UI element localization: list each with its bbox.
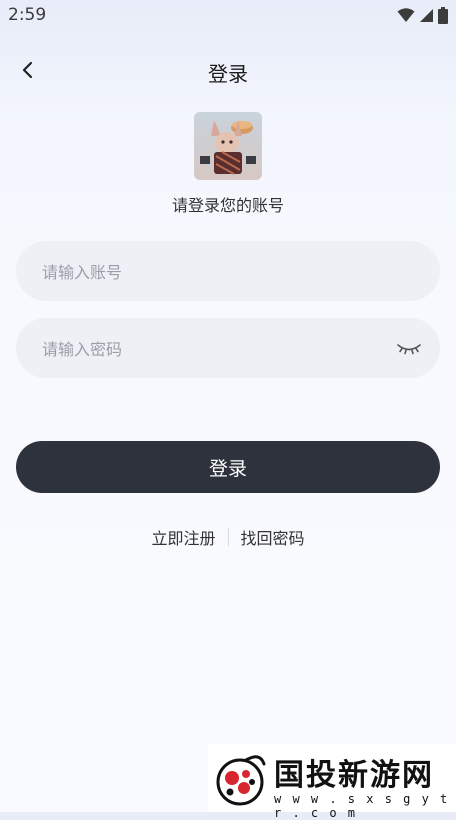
watermark-title: 国投新游网 — [274, 758, 434, 793]
nav-bar: 登录 — [0, 48, 456, 94]
avatar — [194, 112, 262, 180]
page-title: 登录 — [208, 62, 248, 86]
link-divider — [227, 528, 229, 546]
status-icons — [397, 7, 448, 24]
watermark-url: w w w . s x s g y t r . c o m — [274, 792, 450, 820]
avatar-image — [194, 112, 262, 180]
watermark: 国投新游网 w w w . s x s g y t r . c o m — [208, 744, 456, 820]
status-bar: 2:59 — [0, 0, 456, 32]
status-time: 2:59 — [8, 5, 47, 25]
password-visibility-toggle[interactable] — [396, 338, 422, 358]
wifi-icon — [397, 8, 415, 22]
register-link[interactable]: 立即注册 — [151, 525, 215, 549]
account-input[interactable] — [40, 241, 384, 303]
signal-icon — [420, 9, 433, 22]
password-field — [16, 318, 440, 380]
recover-password-link[interactable]: 找回密码 — [241, 525, 305, 549]
password-input[interactable] — [40, 318, 384, 380]
account-field — [16, 241, 440, 303]
auth-links: 立即注册 找回密码 — [0, 525, 456, 549]
battery-icon — [438, 7, 448, 24]
watermark-logo-icon — [216, 755, 266, 806]
login-subtitle: 请登录您的账号 — [171, 196, 284, 215]
eye-closed-icon — [397, 344, 421, 355]
login-button[interactable]: 登录 — [16, 441, 440, 493]
